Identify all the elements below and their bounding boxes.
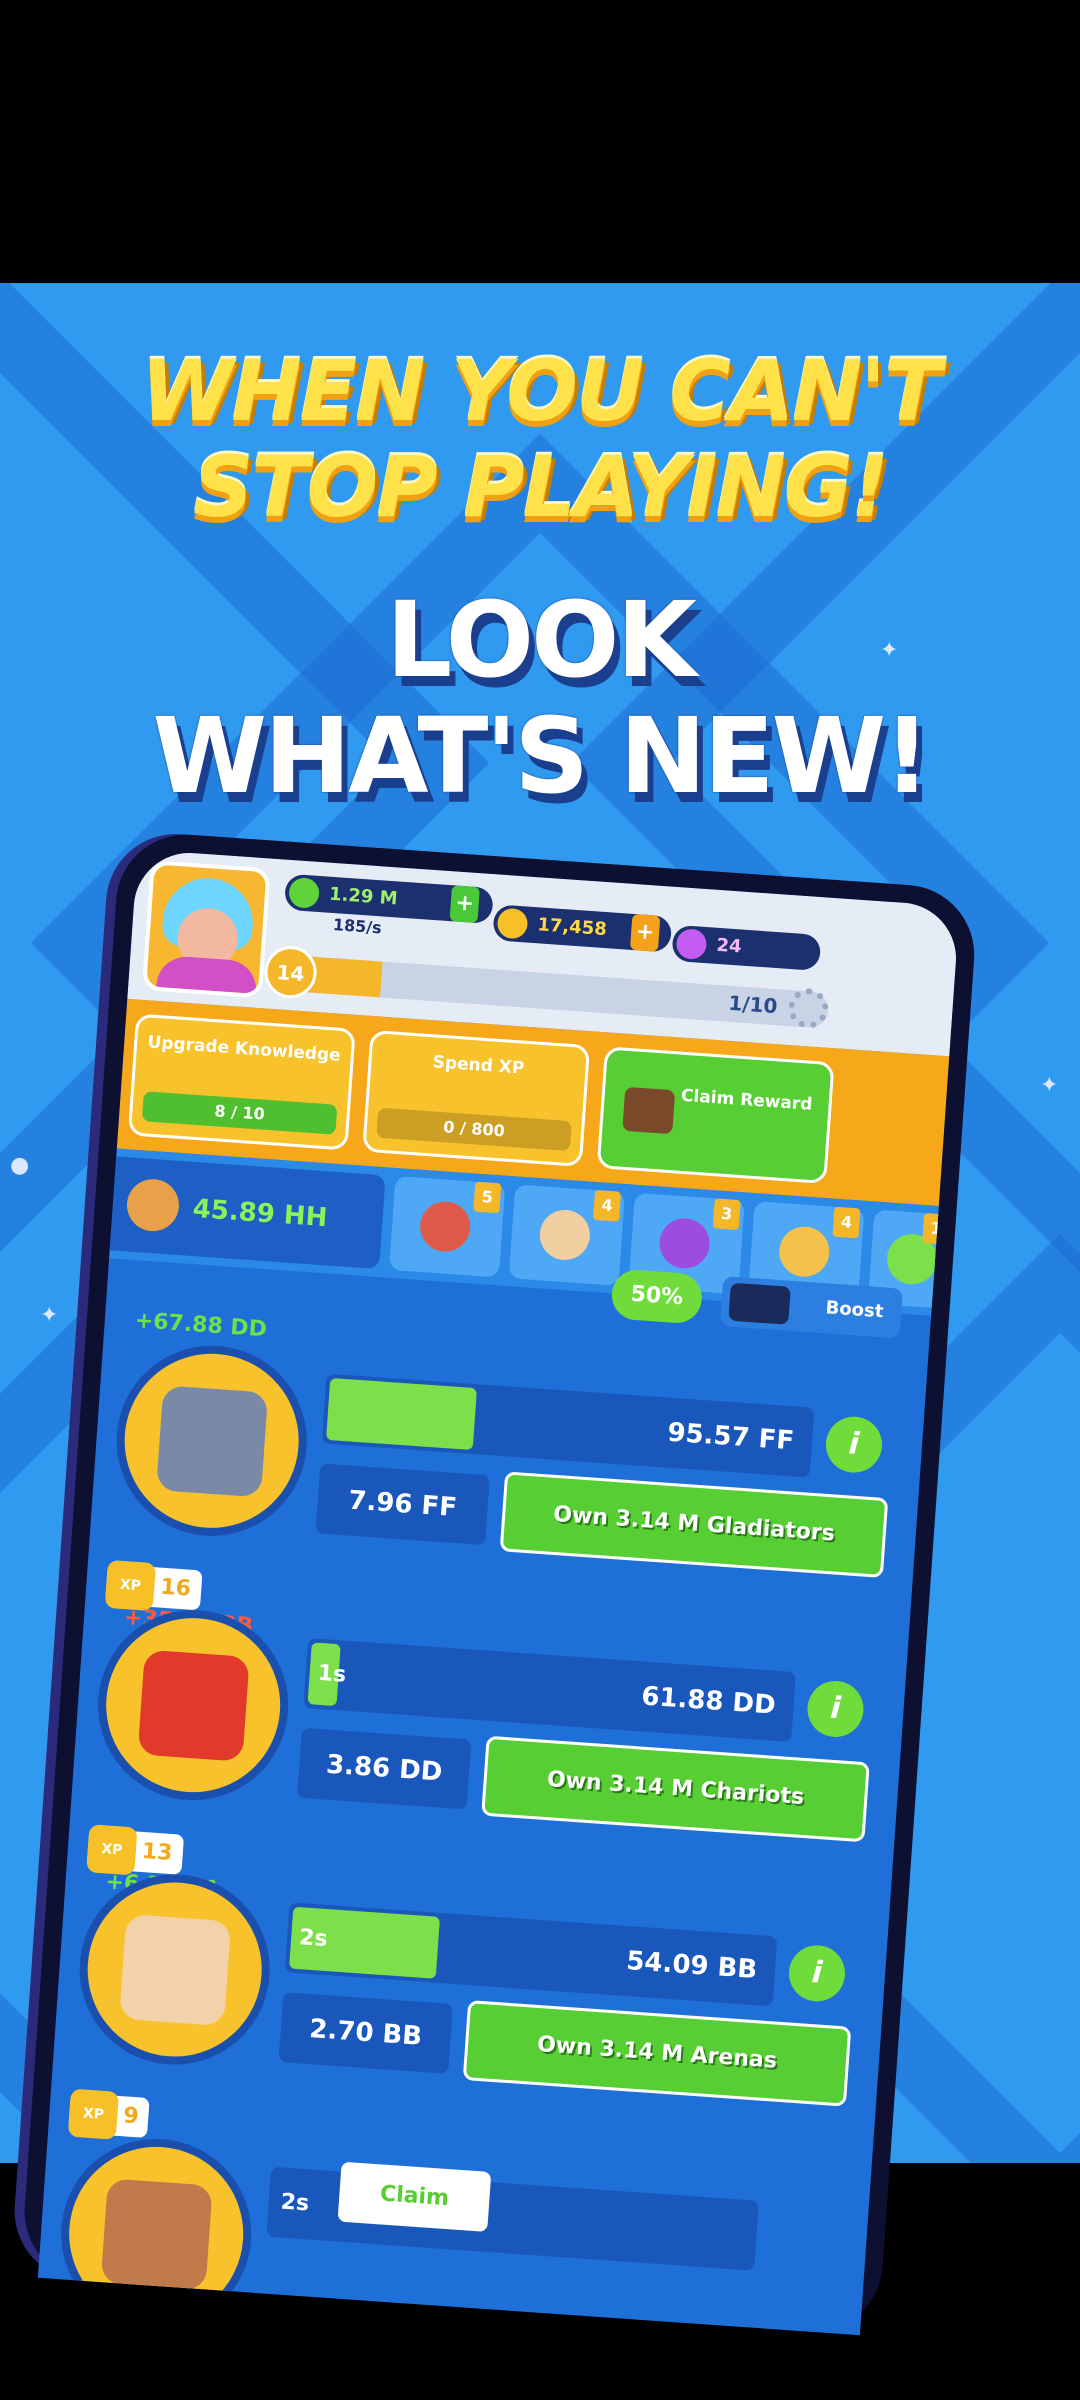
- phone-mockup: 1.29 M 185/s + 17,458 + 24 1 4 1/10 Upgra…: [19, 830, 979, 2337]
- xp-value: 9: [122, 2103, 140, 2130]
- headline-line-2: STOP PLAYING!: [192, 438, 889, 536]
- unit-value: 54.09 BB: [625, 1946, 759, 1986]
- xp-value: 13: [140, 1838, 174, 1867]
- xp-badge: XP 9: [67, 2088, 150, 2140]
- upgrade-knowledge-progress: 8 / 10: [141, 1091, 338, 1135]
- sparkle-icon: ●: [10, 1153, 30, 1178]
- xp-hex-icon: XP: [67, 2088, 120, 2140]
- slot-count: 3: [712, 1198, 741, 1231]
- unit-progress: 2s 54.09 BB: [284, 1902, 778, 2007]
- slot-count: 5: [473, 1181, 502, 1214]
- slot-count: 1: [922, 1212, 951, 1245]
- unit-timer: 2s: [279, 2189, 310, 2217]
- xp-badge: XP 16: [104, 1559, 203, 1612]
- unit-progress: 2s Claim: [266, 2161, 759, 2271]
- game-screen: 1.29 M 185/s + 17,458 + 24 1 4 1/10 Upgra…: [37, 849, 960, 2336]
- knowledge-rate: 185/s: [332, 915, 383, 938]
- headline-line-4: WHAT'S NEW!: [152, 695, 930, 817]
- buy-gladiators-button[interactable]: Own 3.14 M Gladiators: [499, 1471, 889, 1578]
- unit-timer: 1s: [316, 1660, 347, 1688]
- chariot-icon: [137, 1649, 250, 1762]
- unit-cost: 2.70 BB: [278, 1992, 453, 2074]
- helmet-icon: [156, 1385, 269, 1498]
- buy-arenas-button[interactable]: Own 3.14 M Arenas: [462, 2000, 852, 2107]
- unit-cost: 3.86 DD: [296, 1727, 472, 1810]
- sparkle-icon: ✦: [40, 1303, 59, 1328]
- shield-icon: [100, 2178, 213, 2291]
- gold-value: 17,458: [536, 914, 608, 941]
- headline-line-3: LOOK: [386, 579, 697, 701]
- staff-icon: [657, 1216, 712, 1271]
- add-knowledge-button[interactable]: +: [449, 885, 480, 924]
- avatar[interactable]: [141, 860, 271, 999]
- unit-info-button[interactable]: i: [805, 1679, 866, 1739]
- gem-value: 24: [715, 934, 743, 958]
- xp-badge: XP 13: [86, 1824, 184, 1876]
- unit-card-arenas: XP 13 +6.79 AA 2s 54.09 BB i 2.70 BB Own…: [51, 1824, 891, 2144]
- unit-income: +67.88 DD: [133, 1308, 268, 1343]
- unit-value: 61.88 DD: [640, 1681, 777, 1721]
- unit-info-button[interactable]: i: [787, 1943, 847, 2004]
- unit-portrait[interactable]: [91, 1603, 295, 1807]
- add-gold-button[interactable]: +: [629, 913, 661, 952]
- xp-value: 16: [159, 1574, 192, 1602]
- spend-xp-button[interactable]: Spend XP 0 / 800: [362, 1029, 591, 1167]
- upgrade-knowledge-button[interactable]: Upgrade Knowledge 8 / 10: [127, 1013, 356, 1151]
- boost-label: Boost: [824, 1297, 885, 1323]
- sparkle-icon: ✦: [1040, 1073, 1059, 1098]
- upgrade-knowledge-label: Upgrade Knowledge: [146, 1032, 342, 1066]
- boost-percent: 50%: [610, 1268, 704, 1325]
- headline-line-1: WHEN YOU CAN'T: [140, 342, 942, 440]
- unit-progress-fill: [326, 1377, 477, 1451]
- unit-portrait[interactable]: [110, 1339, 314, 1543]
- gem-icon: [675, 928, 708, 961]
- unit-timer: 2s: [298, 1925, 329, 1953]
- unit-portrait[interactable]: [73, 1868, 277, 2071]
- gem-pill: 24: [671, 924, 822, 972]
- knowledge-value: 1.29 M: [328, 883, 399, 910]
- unit-card-chariots: XP 16 +35.53 BB 1s 61.88 DD i 3.86 DD Ow…: [70, 1559, 910, 1879]
- unit-progress: 1s 61.88 DD: [303, 1638, 796, 1742]
- bread-icon: [538, 1208, 592, 1262]
- coin-icon: [496, 907, 529, 940]
- colosseum-icon: [119, 1914, 232, 2027]
- xp-hex-icon: XP: [86, 1824, 138, 1876]
- unit-info-button[interactable]: i: [824, 1414, 884, 1475]
- buy-chariots-button[interactable]: Own 3.14 M Chariots: [481, 1735, 870, 1843]
- slot-count: 4: [832, 1206, 861, 1239]
- scroll-icon: [418, 1199, 472, 1254]
- unit-card-gladiators: +67.88 DD 95.57 FF i 7.96 FF Own 3.14 M …: [88, 1298, 928, 1615]
- boost-icon: [728, 1282, 791, 1325]
- main-resource-value: 45.89 HH: [191, 1193, 329, 1234]
- unit-progress: 95.57 FF: [321, 1373, 815, 1478]
- quest-counter: 1/10: [727, 990, 779, 1019]
- chicken-leg-icon: [125, 1177, 181, 1233]
- cheese-icon: [777, 1225, 831, 1279]
- unit-cost: 7.96 FF: [315, 1463, 490, 1546]
- claim-button[interactable]: Claim: [337, 2161, 492, 2232]
- spend-xp-progress: 0 / 800: [376, 1107, 572, 1152]
- spend-xp-label: Spend XP: [432, 1052, 525, 1079]
- unit-portrait[interactable]: [54, 2132, 258, 2336]
- slot-count: 4: [593, 1189, 622, 1222]
- chest-icon: [622, 1086, 676, 1135]
- claim-reward-button[interactable]: Claim Reward: [596, 1046, 835, 1185]
- xp-hex-icon: XP: [104, 1559, 156, 1612]
- unit-value: 95.57 FF: [666, 1417, 796, 1457]
- brain-icon: [288, 876, 321, 909]
- resource-slot[interactable]: 5: [389, 1175, 506, 1278]
- main-resource: 45.89 HH: [109, 1156, 386, 1270]
